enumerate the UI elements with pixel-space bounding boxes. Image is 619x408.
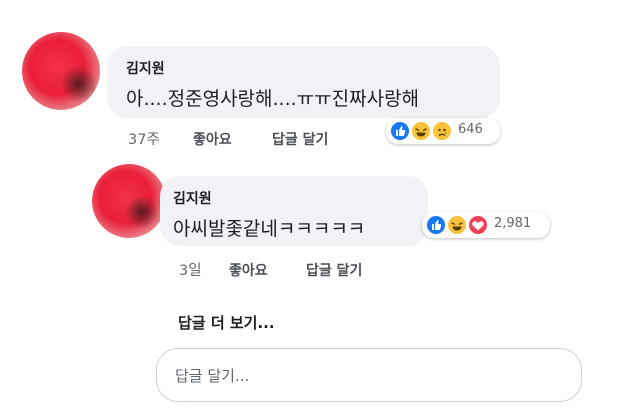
reply-reaction-count[interactable]: 2,981 [494, 216, 531, 231]
reply-author[interactable]: 김지원 [173, 188, 212, 208]
comment-text: 아....정준영사랑해....ㅠㅠ진짜사랑해 [126, 88, 420, 110]
reply-reply-button[interactable]: 답글 달기 [306, 260, 362, 280]
reply-like-button[interactable]: 좋아요 [229, 260, 268, 280]
reply-time[interactable]: 3일 [179, 259, 202, 280]
sad-reaction-icon [431, 120, 453, 142]
comment-bubble: 김지원 아....정준영사랑해....ㅠㅠ진짜사랑해 [107, 46, 500, 118]
haha-reaction-icon [446, 214, 468, 236]
comment-reaction-count[interactable]: 646 [458, 122, 483, 137]
reply-avatar[interactable] [92, 164, 166, 238]
reply-input[interactable] [173, 349, 557, 403]
comment-author[interactable]: 김지원 [126, 58, 165, 78]
comment-like-button[interactable]: 좋아요 [193, 129, 232, 149]
reply-input-box[interactable] [156, 348, 582, 403]
comment-avatar[interactable] [22, 32, 100, 110]
reply-reactions[interactable]: 2,981 [422, 212, 550, 238]
reply-text: 아씨발좇같네ㅋㅋㅋㅋㅋ [173, 218, 366, 240]
comment-reactions[interactable]: 646 [386, 118, 500, 144]
comment-reply-button[interactable]: 답글 달기 [272, 129, 328, 149]
haha-reaction-icon [410, 120, 432, 142]
love-reaction-icon [467, 214, 489, 236]
reply-bubble: 김지원 아씨발좇같네ㅋㅋㅋㅋㅋ [160, 176, 428, 246]
like-reaction-icon [425, 214, 447, 236]
comment-time[interactable]: 37주 [128, 128, 160, 149]
view-more-replies-link[interactable]: 답글 더 보기... [178, 312, 275, 333]
like-reaction-icon [389, 120, 411, 142]
